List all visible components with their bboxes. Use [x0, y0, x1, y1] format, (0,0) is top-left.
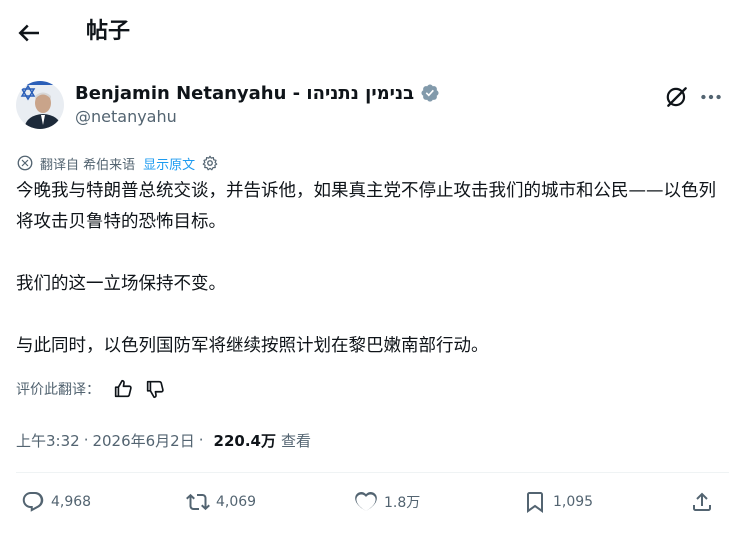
author-name[interactable]: Benjamin Netanyahu - בנימין נתניהו [75, 81, 440, 105]
views-count: 220.4万 [213, 431, 276, 450]
post-text: 今晚我与特朗普总统交谈，并告诉他，如果真主党不停止攻击我们的城市和公民——以色列… [16, 176, 728, 362]
repost-button[interactable]: 4,069 [186, 484, 256, 520]
header: 帖子 [0, 0, 745, 66]
avatar-image [16, 81, 64, 129]
reply-count: 4,968 [51, 494, 92, 510]
show-original-link[interactable]: 显示原文 [143, 154, 195, 173]
reply-button[interactable]: 4,968 [21, 484, 91, 520]
arrow-left-icon [18, 24, 39, 42]
grok-button[interactable] [664, 84, 690, 110]
repost-icon [186, 493, 210, 511]
separator-dot: · [198, 431, 204, 449]
gear-icon[interactable] [201, 154, 219, 172]
grok-icon [666, 87, 687, 107]
more-options-button[interactable] [698, 84, 724, 110]
rate-translation: 评价此翻译： [16, 376, 166, 402]
post-paragraph: 今晚我与特朗普总统交谈，并告诉他，如果真主党不停止攻击我们的城市和公民——以色列… [16, 181, 716, 232]
bookmark-icon [527, 492, 543, 513]
post-paragraph: 与此同时，以色列国防军将继续按照计划在黎巴嫩南部行动。 [16, 336, 489, 356]
post-paragraph: 我们的这一立场保持不变。 [16, 274, 226, 294]
divider [16, 472, 729, 473]
translation-label: 翻译自 希伯来语 [40, 157, 136, 173]
back-button[interactable] [14, 18, 44, 48]
translate-icon [17, 155, 33, 171]
avatar[interactable] [16, 81, 64, 129]
bookmark-count: 1,095 [553, 494, 594, 510]
post-time[interactable]: 上午3:32 [16, 430, 80, 451]
page-title: 帖子 [86, 19, 131, 44]
heart-icon [355, 491, 377, 511]
share-button[interactable] [690, 484, 720, 520]
reply-icon [22, 492, 44, 512]
author-handle[interactable]: @netanyahu [75, 107, 177, 126]
like-count: 1.8万 [384, 495, 421, 511]
separator-dot: · [83, 431, 89, 449]
views-label: 查看 [280, 431, 311, 450]
translation-info: 翻译自 希伯来语 显示原文 [16, 152, 219, 174]
post-meta: 上午3:32 · 2026年6月2日 · 220.4万 查看 [16, 428, 311, 452]
verified-badge-icon [421, 84, 439, 102]
repost-count: 4,069 [216, 494, 257, 510]
like-button[interactable]: 1.8万 [354, 484, 420, 520]
bookmark-button[interactable]: 1,095 [523, 484, 593, 520]
author-name-text: Benjamin Netanyahu - בנימין נתניהו [75, 82, 415, 104]
more-horizontal-icon [701, 94, 721, 100]
thumbs-up-icon[interactable] [112, 378, 134, 400]
rate-translation-label: 评价此翻译： [16, 382, 100, 398]
share-icon [693, 492, 711, 511]
post-date[interactable]: 2026年6月2日 [92, 430, 194, 451]
thumbs-down-icon[interactable] [144, 378, 166, 400]
action-bar: 4,968 4,069 1.8万 1,095 [0, 484, 745, 520]
